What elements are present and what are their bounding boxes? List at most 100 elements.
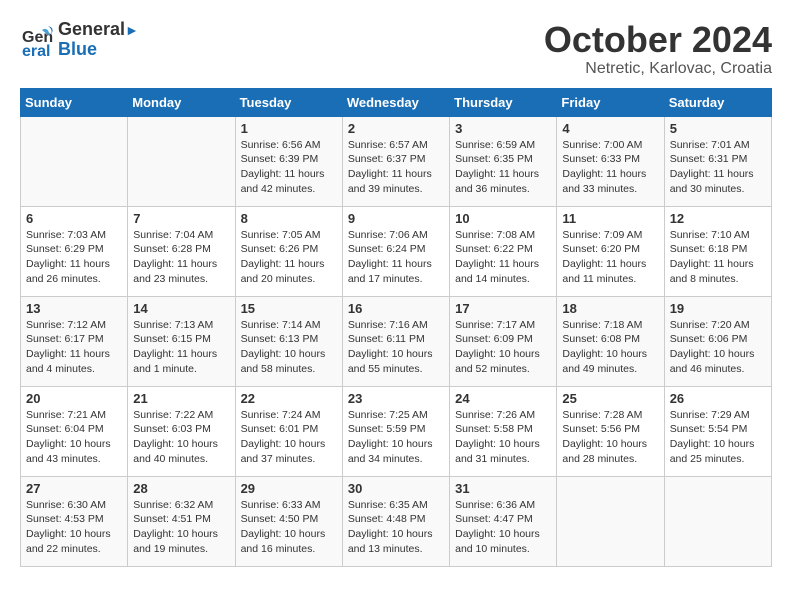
- day-number: 7: [133, 211, 229, 226]
- calendar-cell: 26Sunrise: 7:29 AMSunset: 5:54 PMDayligh…: [664, 386, 771, 476]
- day-info-line: Daylight: 10 hours and 10 minutes.: [455, 527, 551, 556]
- calendar-cell: 4Sunrise: 7:00 AMSunset: 6:33 PMDaylight…: [557, 116, 664, 206]
- day-info: Sunrise: 7:13 AMSunset: 6:15 PMDaylight:…: [133, 318, 229, 377]
- day-info-line: Sunrise: 7:06 AM: [348, 228, 444, 243]
- day-number: 13: [26, 301, 122, 316]
- day-info: Sunrise: 7:26 AMSunset: 5:58 PMDaylight:…: [455, 408, 551, 467]
- calendar-cell: 22Sunrise: 7:24 AMSunset: 6:01 PMDayligh…: [235, 386, 342, 476]
- day-info-line: Sunrise: 7:16 AM: [348, 318, 444, 333]
- day-number: 14: [133, 301, 229, 316]
- day-info-line: Daylight: 10 hours and 43 minutes.: [26, 437, 122, 466]
- calendar-cell: 15Sunrise: 7:14 AMSunset: 6:13 PMDayligh…: [235, 296, 342, 386]
- day-info-line: Sunrise: 6:57 AM: [348, 138, 444, 153]
- day-info: Sunrise: 6:56 AMSunset: 6:39 PMDaylight:…: [241, 138, 337, 197]
- day-info-line: Sunrise: 6:59 AM: [455, 138, 551, 153]
- day-info-line: Sunset: 5:56 PM: [562, 422, 658, 437]
- day-info-line: Sunset: 6:20 PM: [562, 242, 658, 257]
- day-info-line: Sunrise: 7:22 AM: [133, 408, 229, 423]
- day-info-line: Daylight: 10 hours and 46 minutes.: [670, 347, 766, 376]
- calendar-cell: 23Sunrise: 7:25 AMSunset: 5:59 PMDayligh…: [342, 386, 449, 476]
- day-info-line: Daylight: 11 hours and 42 minutes.: [241, 167, 337, 196]
- day-info-line: Daylight: 10 hours and 13 minutes.: [348, 527, 444, 556]
- weekday-header: Friday: [557, 88, 664, 116]
- day-number: 24: [455, 391, 551, 406]
- calendar-title: October 2024: [544, 20, 772, 60]
- day-info-line: Daylight: 10 hours and 52 minutes.: [455, 347, 551, 376]
- day-info-line: Sunrise: 7:24 AM: [241, 408, 337, 423]
- day-info: Sunrise: 6:57 AMSunset: 6:37 PMDaylight:…: [348, 138, 444, 197]
- day-info-line: Daylight: 10 hours and 58 minutes.: [241, 347, 337, 376]
- day-info-line: Daylight: 10 hours and 55 minutes.: [348, 347, 444, 376]
- logo-text-general: General: [58, 19, 125, 39]
- day-info-line: Daylight: 10 hours and 49 minutes.: [562, 347, 658, 376]
- weekday-header: Monday: [128, 88, 235, 116]
- day-info-line: Sunset: 6:11 PM: [348, 332, 444, 347]
- weekday-header: Sunday: [21, 88, 128, 116]
- calendar-subtitle: Netretic, Karlovac, Croatia: [544, 60, 772, 78]
- calendar-cell: 20 Sunrise: 7:21 AMSunset: 6:04 PMDayligh…: [21, 386, 128, 476]
- day-info: Sunrise: 6:33 AMSunset: 4:50 PMDaylight:…: [241, 498, 337, 557]
- day-info-line: Daylight: 11 hours and 30 minutes.: [670, 167, 766, 196]
- day-number: 20: [26, 391, 122, 406]
- day-number: 30: [348, 481, 444, 496]
- day-info: Sunrise: 6:36 AMSunset: 4:47 PMDaylight:…: [455, 498, 551, 557]
- calendar-cell: 28Sunrise: 6:32 AMSunset: 4:51 PMDayligh…: [128, 476, 235, 566]
- calendar-week-row: 1Sunrise: 6:56 AMSunset: 6:39 PMDaylight…: [21, 116, 772, 206]
- day-info-line: Sunset: 6:13 PM: [241, 332, 337, 347]
- day-info-line: Sunrise: 7:09 AM: [562, 228, 658, 243]
- day-info-line: Sunset: 4:47 PM: [455, 512, 551, 527]
- day-info-line: Daylight: 11 hours and 23 minutes.: [133, 257, 229, 286]
- day-info-line: Daylight: 10 hours and 28 minutes.: [562, 437, 658, 466]
- day-info-line: Sunset: 6:04 PM: [26, 422, 122, 437]
- svg-text:eral: eral: [22, 43, 50, 58]
- day-info-line: Daylight: 11 hours and 20 minutes.: [241, 257, 337, 286]
- day-info: Sunrise: 6:59 AMSunset: 6:35 PMDaylight:…: [455, 138, 551, 197]
- calendar-week-row: 27Sunrise: 6:30 AMSunset: 4:53 PMDayligh…: [21, 476, 772, 566]
- day-info-line: Sunset: 6:17 PM: [26, 332, 122, 347]
- day-info-line: Daylight: 10 hours and 19 minutes.: [133, 527, 229, 556]
- day-number: 4: [562, 121, 658, 136]
- day-info: Sunrise: 7:25 AMSunset: 5:59 PMDaylight:…: [348, 408, 444, 467]
- day-info-line: Sunset: 6:18 PM: [670, 242, 766, 257]
- calendar-cell: 25Sunrise: 7:28 AMSunset: 5:56 PMDayligh…: [557, 386, 664, 476]
- calendar-cell: 31Sunrise: 6:36 AMSunset: 4:47 PMDayligh…: [450, 476, 557, 566]
- day-number: 26: [670, 391, 766, 406]
- day-info: Sunrise: 7:28 AMSunset: 5:56 PMDaylight:…: [562, 408, 658, 467]
- day-info-line: Sunrise: 7:08 AM: [455, 228, 551, 243]
- day-info: Sunrise: 6:30 AMSunset: 4:53 PMDaylight:…: [26, 498, 122, 557]
- page-header: Gen eral General► Blue October 2024 Netr…: [20, 20, 772, 78]
- calendar-cell: 17Sunrise: 7:17 AMSunset: 6:09 PMDayligh…: [450, 296, 557, 386]
- day-info-line: Sunrise: 6:33 AM: [241, 498, 337, 513]
- day-info: Sunrise: 7:22 AMSunset: 6:03 PMDaylight:…: [133, 408, 229, 467]
- day-info-line: Sunrise: 7:00 AM: [562, 138, 658, 153]
- day-info-line: Daylight: 11 hours and 33 minutes.: [562, 167, 658, 196]
- day-info: Sunrise: 7:10 AMSunset: 6:18 PMDaylight:…: [670, 228, 766, 287]
- day-info-line: Sunrise: 7:18 AM: [562, 318, 658, 333]
- day-number: 16: [348, 301, 444, 316]
- calendar-cell: 19Sunrise: 7:20 AMSunset: 6:06 PMDayligh…: [664, 296, 771, 386]
- day-info-line: Sunset: 6:28 PM: [133, 242, 229, 257]
- day-info: Sunrise: 7:21 AMSunset: 6:04 PMDaylight:…: [26, 408, 122, 467]
- title-block: October 2024 Netretic, Karlovac, Croatia: [544, 20, 772, 78]
- calendar-cell: 12 Sunrise: 7:10 AMSunset: 6:18 PMDayligh…: [664, 206, 771, 296]
- day-info-line: Sunset: 6:15 PM: [133, 332, 229, 347]
- day-info: Sunrise: 7:16 AMSunset: 6:11 PMDaylight:…: [348, 318, 444, 377]
- day-info-line: Sunset: 6:08 PM: [562, 332, 658, 347]
- calendar-cell: 10Sunrise: 7:08 AMSunset: 6:22 PMDayligh…: [450, 206, 557, 296]
- day-info: Sunrise: 7:03 AMSunset: 6:29 PMDaylight:…: [26, 228, 122, 287]
- day-info-line: Sunrise: 7:20 AM: [670, 318, 766, 333]
- day-info: Sunrise: 7:24 AMSunset: 6:01 PMDaylight:…: [241, 408, 337, 467]
- day-number: 2: [348, 121, 444, 136]
- logo-text-blue: Blue: [58, 40, 139, 60]
- day-info-line: Sunset: 6:01 PM: [241, 422, 337, 437]
- day-info-line: Sunrise: 6:30 AM: [26, 498, 122, 513]
- day-info-line: Sunrise: 7:26 AM: [455, 408, 551, 423]
- day-info-line: Sunrise: 7:29 AM: [670, 408, 766, 423]
- day-number: 8: [241, 211, 337, 226]
- day-info-line: Daylight: 11 hours and 39 minutes.: [348, 167, 444, 196]
- day-number: 9: [348, 211, 444, 226]
- day-number: 12: [670, 211, 766, 226]
- day-number: 5: [670, 121, 766, 136]
- calendar-cell: [557, 476, 664, 566]
- logo-icon: Gen eral: [20, 22, 56, 58]
